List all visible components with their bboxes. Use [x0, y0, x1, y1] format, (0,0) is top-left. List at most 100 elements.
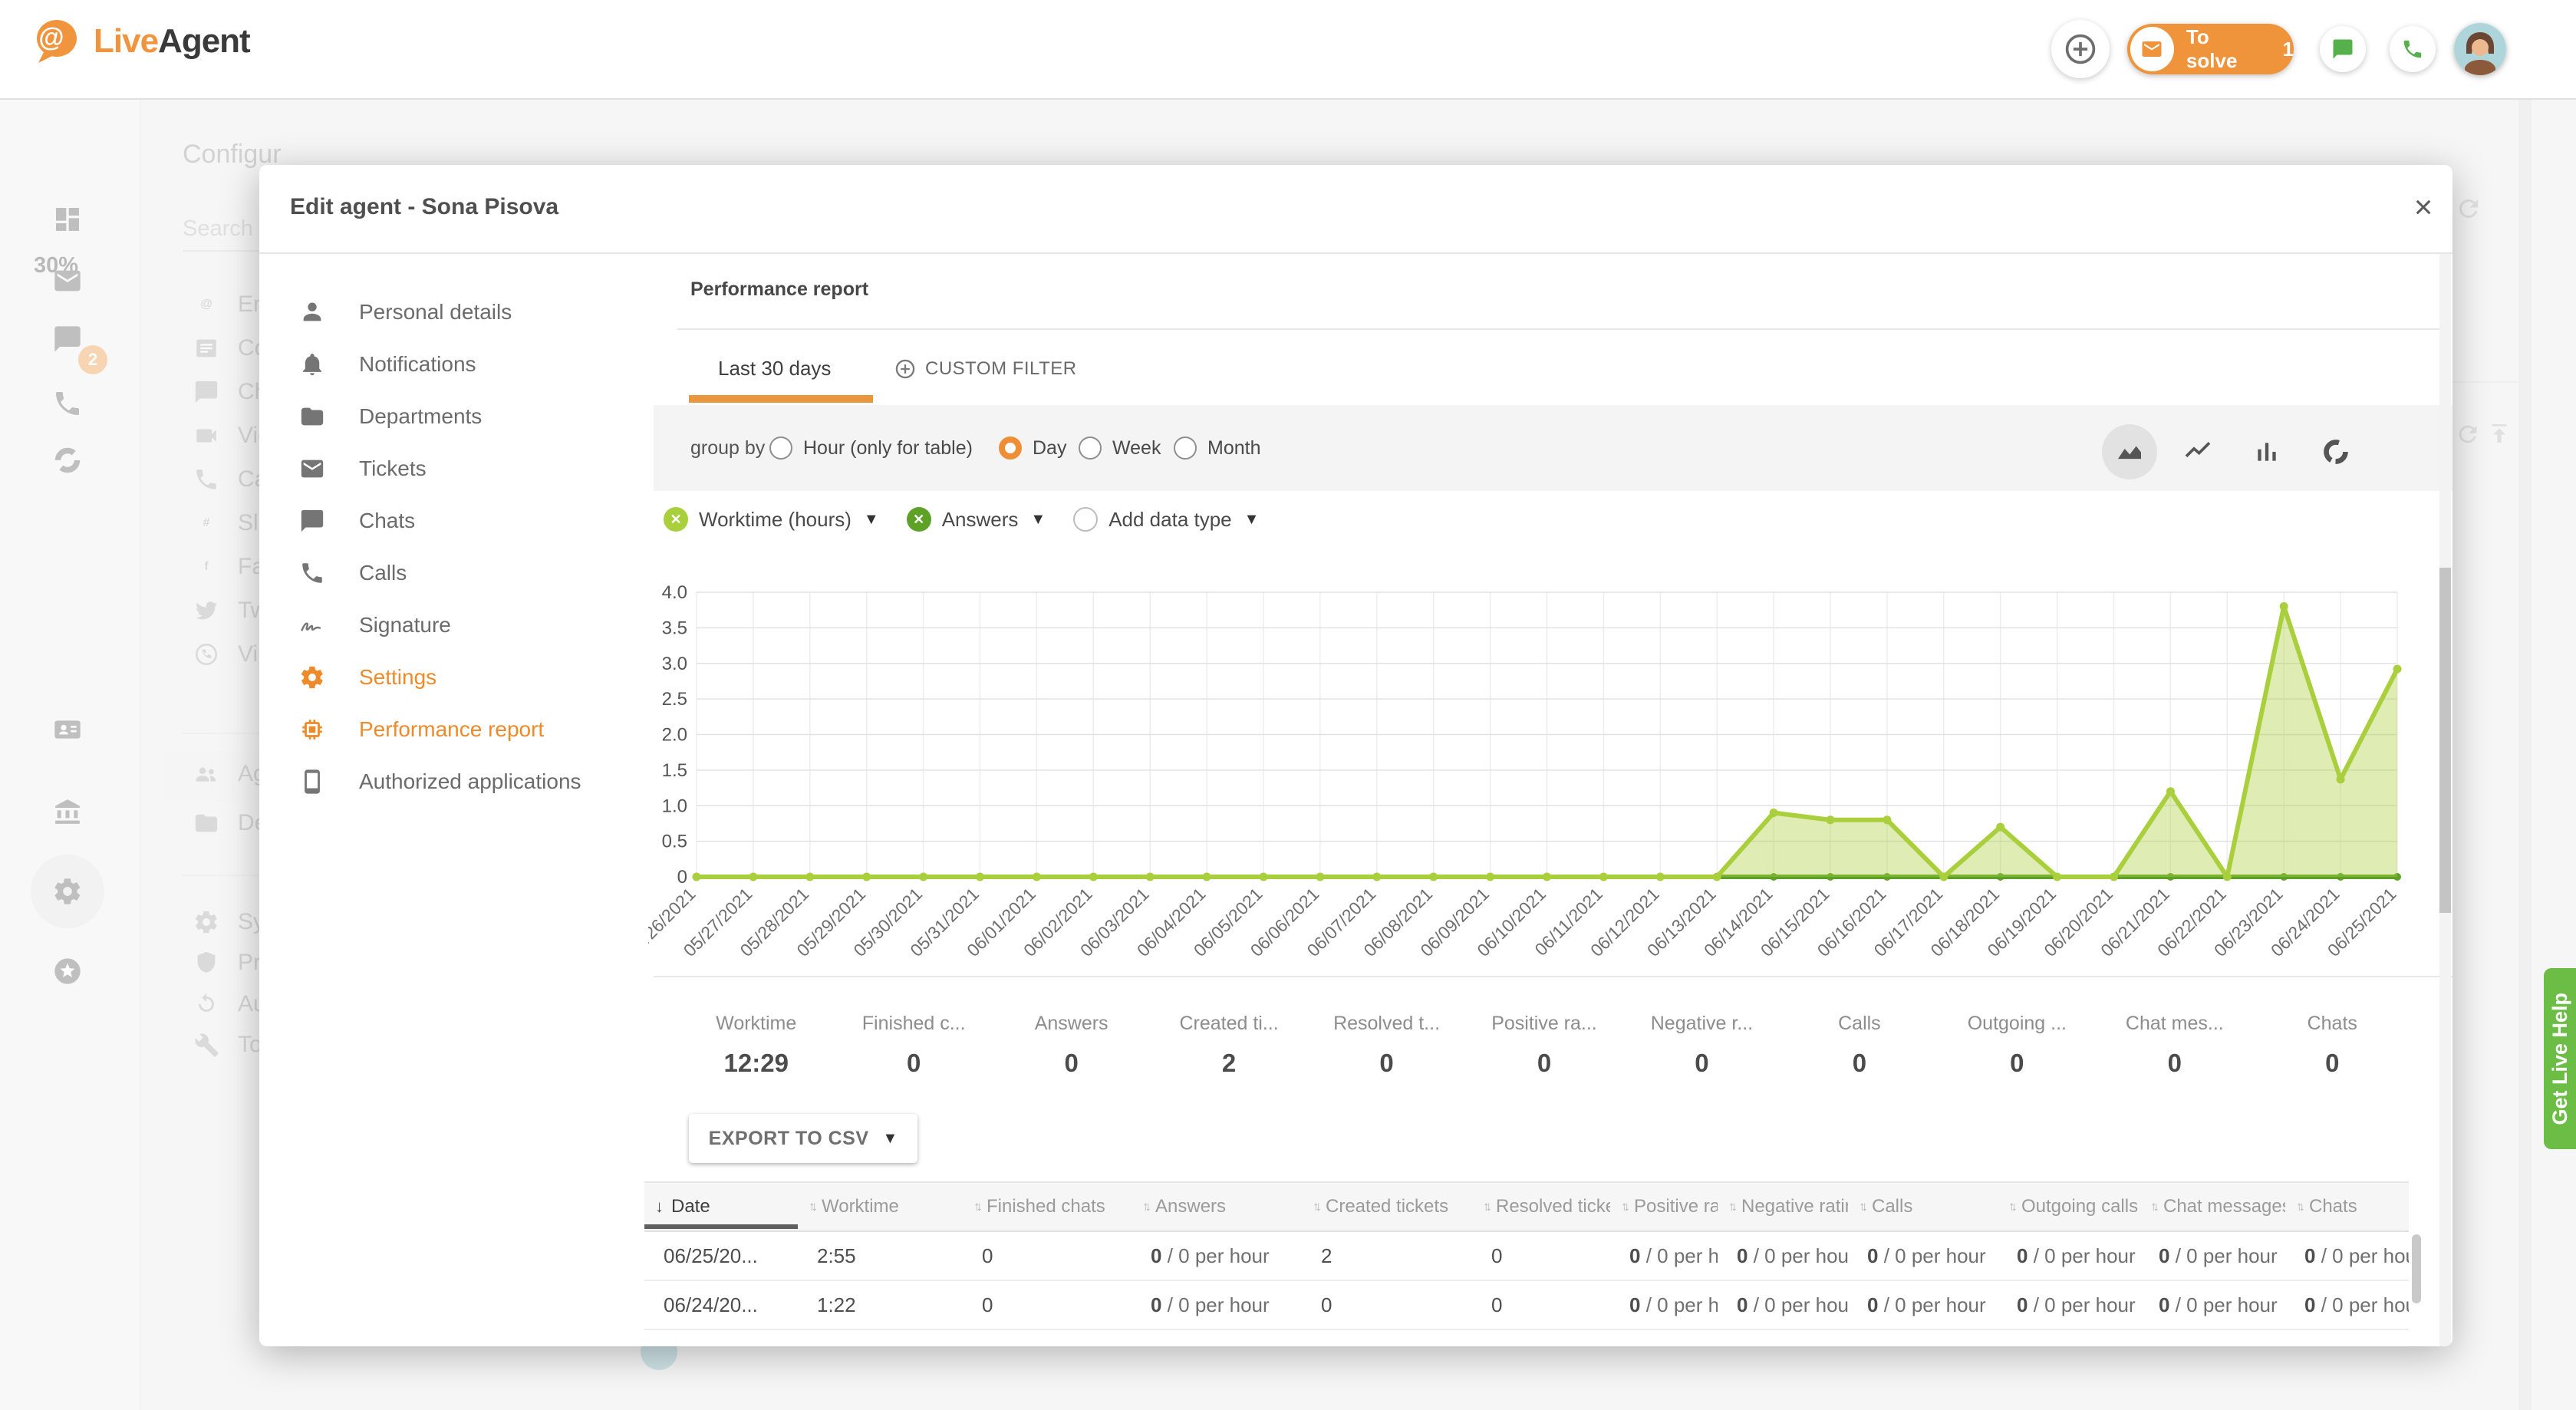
phone-icon [2401, 38, 2424, 61]
radio-button-icon[interactable] [999, 437, 1022, 460]
sort-icon[interactable]: ↑↓ [1859, 1199, 1864, 1214]
nav-item-calls[interactable]: Calls [282, 550, 666, 596]
column-header-chats[interactable]: ↑↓Chats [2285, 1183, 2409, 1230]
nav-item-personal-details[interactable]: Personal details [282, 289, 666, 335]
column-header-calls[interactable]: ↑↓ Calls [1848, 1183, 1998, 1230]
sort-icon[interactable]: ↑↓ [1142, 1199, 1148, 1214]
stat-value: 0 [2168, 1049, 2182, 1078]
nav-item-settings[interactable]: Settings [282, 654, 666, 700]
chart-donut-icon [2321, 437, 2351, 467]
table-cell: 0 [1302, 1281, 1472, 1329]
series-chip-answers[interactable]: ✕Answers▼ [907, 507, 1046, 532]
add-new-button[interactable] [2051, 20, 2110, 78]
stat-label: Answers [1035, 1013, 1108, 1035]
stat-value: 0 [1537, 1049, 1551, 1078]
series-chip-worktime-hours[interactable]: ✕ Worktime (hours) ▼ [664, 507, 879, 532]
radio-label: Month [1207, 437, 1260, 460]
modal-scrollbar-thumb[interactable] [2439, 568, 2451, 913]
table-row[interactable]: 06/25/20...2:5500 / 0 per hour200 / 0 pe… [644, 1232, 2409, 1281]
table-cell: 0 / 0 per hour [1998, 1232, 2140, 1280]
radio-button-icon[interactable] [769, 437, 792, 460]
table-cell: 0 / 0 per hour [1998, 1330, 2140, 1346]
folder-icon [299, 404, 325, 430]
add-data-type-chip[interactable]: Add data type▼ [1073, 507, 1259, 532]
stat-value: 0 [2010, 1049, 2024, 1078]
stat-created-ti: Created ti...2 [1150, 990, 1307, 1101]
remove-series-icon[interactable]: ✕ [664, 507, 688, 532]
chart-donut-button[interactable] [2308, 424, 2364, 479]
column-header-answers[interactable]: ↑↓Answers [1132, 1183, 1302, 1230]
tab-last-30-days[interactable]: Last 30 days [718, 357, 831, 381]
radio-hour-only-for-table[interactable]: Hour (only for table) [769, 405, 973, 491]
table-scrollbar[interactable] [2412, 1234, 2421, 1303]
liveagent-logo[interactable]: @ LiveAgent [28, 14, 250, 69]
user-avatar[interactable] [2454, 23, 2506, 75]
nav-item-performance-report[interactable]: Performance report [282, 707, 666, 753]
sort-icon[interactable]: ↑↓ [1728, 1199, 1734, 1214]
column-header-positive-rating[interactable]: ↑↓Positive rating [1610, 1183, 1718, 1230]
sort-icon[interactable]: ↑↓ [2150, 1199, 2156, 1214]
column-header-resolved-tickets[interactable]: ↑↓Resolved tickets [1472, 1183, 1610, 1230]
column-label: Negative rating [1741, 1196, 1848, 1217]
to-solve-button[interactable]: To solve 1 [2127, 24, 2294, 74]
radio-day[interactable]: Day [999, 405, 1066, 491]
table-row[interactable]: 06/24/20...1:2200 / 0 per hour000 / 0 pe… [644, 1281, 2409, 1330]
sort-icon[interactable]: ↑↓ [2296, 1199, 2301, 1214]
chevron-down-icon[interactable]: ▼ [864, 511, 879, 529]
table-cell: 0 / 0 per hour [2285, 1281, 2409, 1329]
sort-icon[interactable]: ↑↓ [809, 1199, 814, 1214]
nav-item-departments[interactable]: Departments [282, 394, 666, 440]
radio-month[interactable]: Month [1174, 405, 1260, 491]
sort-icon[interactable]: ↑↓ [973, 1199, 979, 1214]
column-header-chat-messages[interactable]: ↑↓Chat messages [2140, 1183, 2285, 1230]
series-chip-label: Worktime (hours) [699, 508, 852, 532]
column-label: Calls [1872, 1196, 1912, 1217]
radio-button-icon[interactable] [1079, 437, 1102, 460]
export-to-csv-button[interactable]: EXPORT TO CSV ▼ [689, 1114, 917, 1163]
radio-week[interactable]: Week [1079, 405, 1161, 491]
nav-item-tickets[interactable]: Tickets [282, 446, 666, 492]
table-cell: 0 [1472, 1330, 1610, 1346]
table-cell: 06/25/20... [644, 1232, 798, 1280]
table-cell: 0 [1472, 1232, 1610, 1280]
column-header-negative-rating[interactable]: ↑↓ Negative rating [1718, 1183, 1848, 1230]
active-tab-underline [689, 395, 873, 403]
close-icon[interactable]: × [2404, 188, 2443, 226]
column-header-created-tickets[interactable]: ↑↓Created tickets [1302, 1183, 1472, 1230]
chevron-down-icon[interactable]: ▼ [1244, 511, 1260, 529]
sort-icon[interactable]: ↑↓ [1313, 1199, 1318, 1214]
chevron-down-icon[interactable]: ▼ [1030, 511, 1046, 529]
nav-item-signature[interactable]: Signature [282, 602, 666, 648]
remove-series-icon[interactable]: ✕ [907, 507, 931, 532]
chart-line-button[interactable] [2170, 424, 2225, 479]
table-header-row: ↓Date ↑↓ Worktime ↑↓Finished chats↑↓Answers… [644, 1181, 2409, 1232]
brand-text: LiveAgent [94, 22, 250, 61]
column-header-worktime[interactable]: ↑↓ Worktime [798, 1183, 963, 1230]
nav-item-chats[interactable]: Chats [282, 498, 666, 544]
stat-label: Chats [2308, 1013, 2357, 1035]
column-header-finished-chats[interactable]: ↑↓Finished chats [963, 1183, 1132, 1230]
chats-button[interactable] [2320, 26, 2366, 72]
column-header-outgoing-calls[interactable]: ↑↓Outgoing calls [1998, 1183, 2140, 1230]
radio-button-icon[interactable] [1174, 437, 1197, 460]
table-cell: 0 / 0 per hour [2285, 1330, 2409, 1346]
column-header-date[interactable]: ↓Date [644, 1183, 798, 1230]
nav-item-label: Authorized applications [359, 769, 581, 794]
column-label: Worktime [822, 1196, 899, 1217]
nav-item-notifications[interactable]: Notifications [282, 341, 666, 387]
sort-icon[interactable]: ↑↓ [2008, 1199, 2014, 1214]
sort-icon[interactable]: ↓ [655, 1197, 664, 1217]
sort-icon[interactable]: ↑↓ [1621, 1199, 1626, 1214]
edit-agent-modal: Edit agent - Sona Pisova × Personal deta… [259, 165, 2452, 1346]
calls-button[interactable] [2390, 26, 2436, 72]
logo-bubble-icon: @ [28, 14, 83, 69]
get-live-help-tab[interactable]: Get Live Help [2544, 968, 2576, 1149]
table-cell: 0 [963, 1330, 1132, 1346]
tab-custom-filter[interactable]: CUSTOM FILTER [894, 358, 1077, 380]
nav-item-authorized-applications[interactable]: Authorized applications [282, 759, 666, 805]
table-cell: 06/24/20... [644, 1281, 798, 1329]
table-row[interactable]: 06/23/20...3:4800 / 0 per hour000 / 0 pe… [644, 1330, 2409, 1346]
sort-icon[interactable]: ↑↓ [1483, 1199, 1488, 1214]
chart-area-button[interactable] [2102, 424, 2157, 479]
chart-bar-button[interactable] [2239, 424, 2294, 479]
